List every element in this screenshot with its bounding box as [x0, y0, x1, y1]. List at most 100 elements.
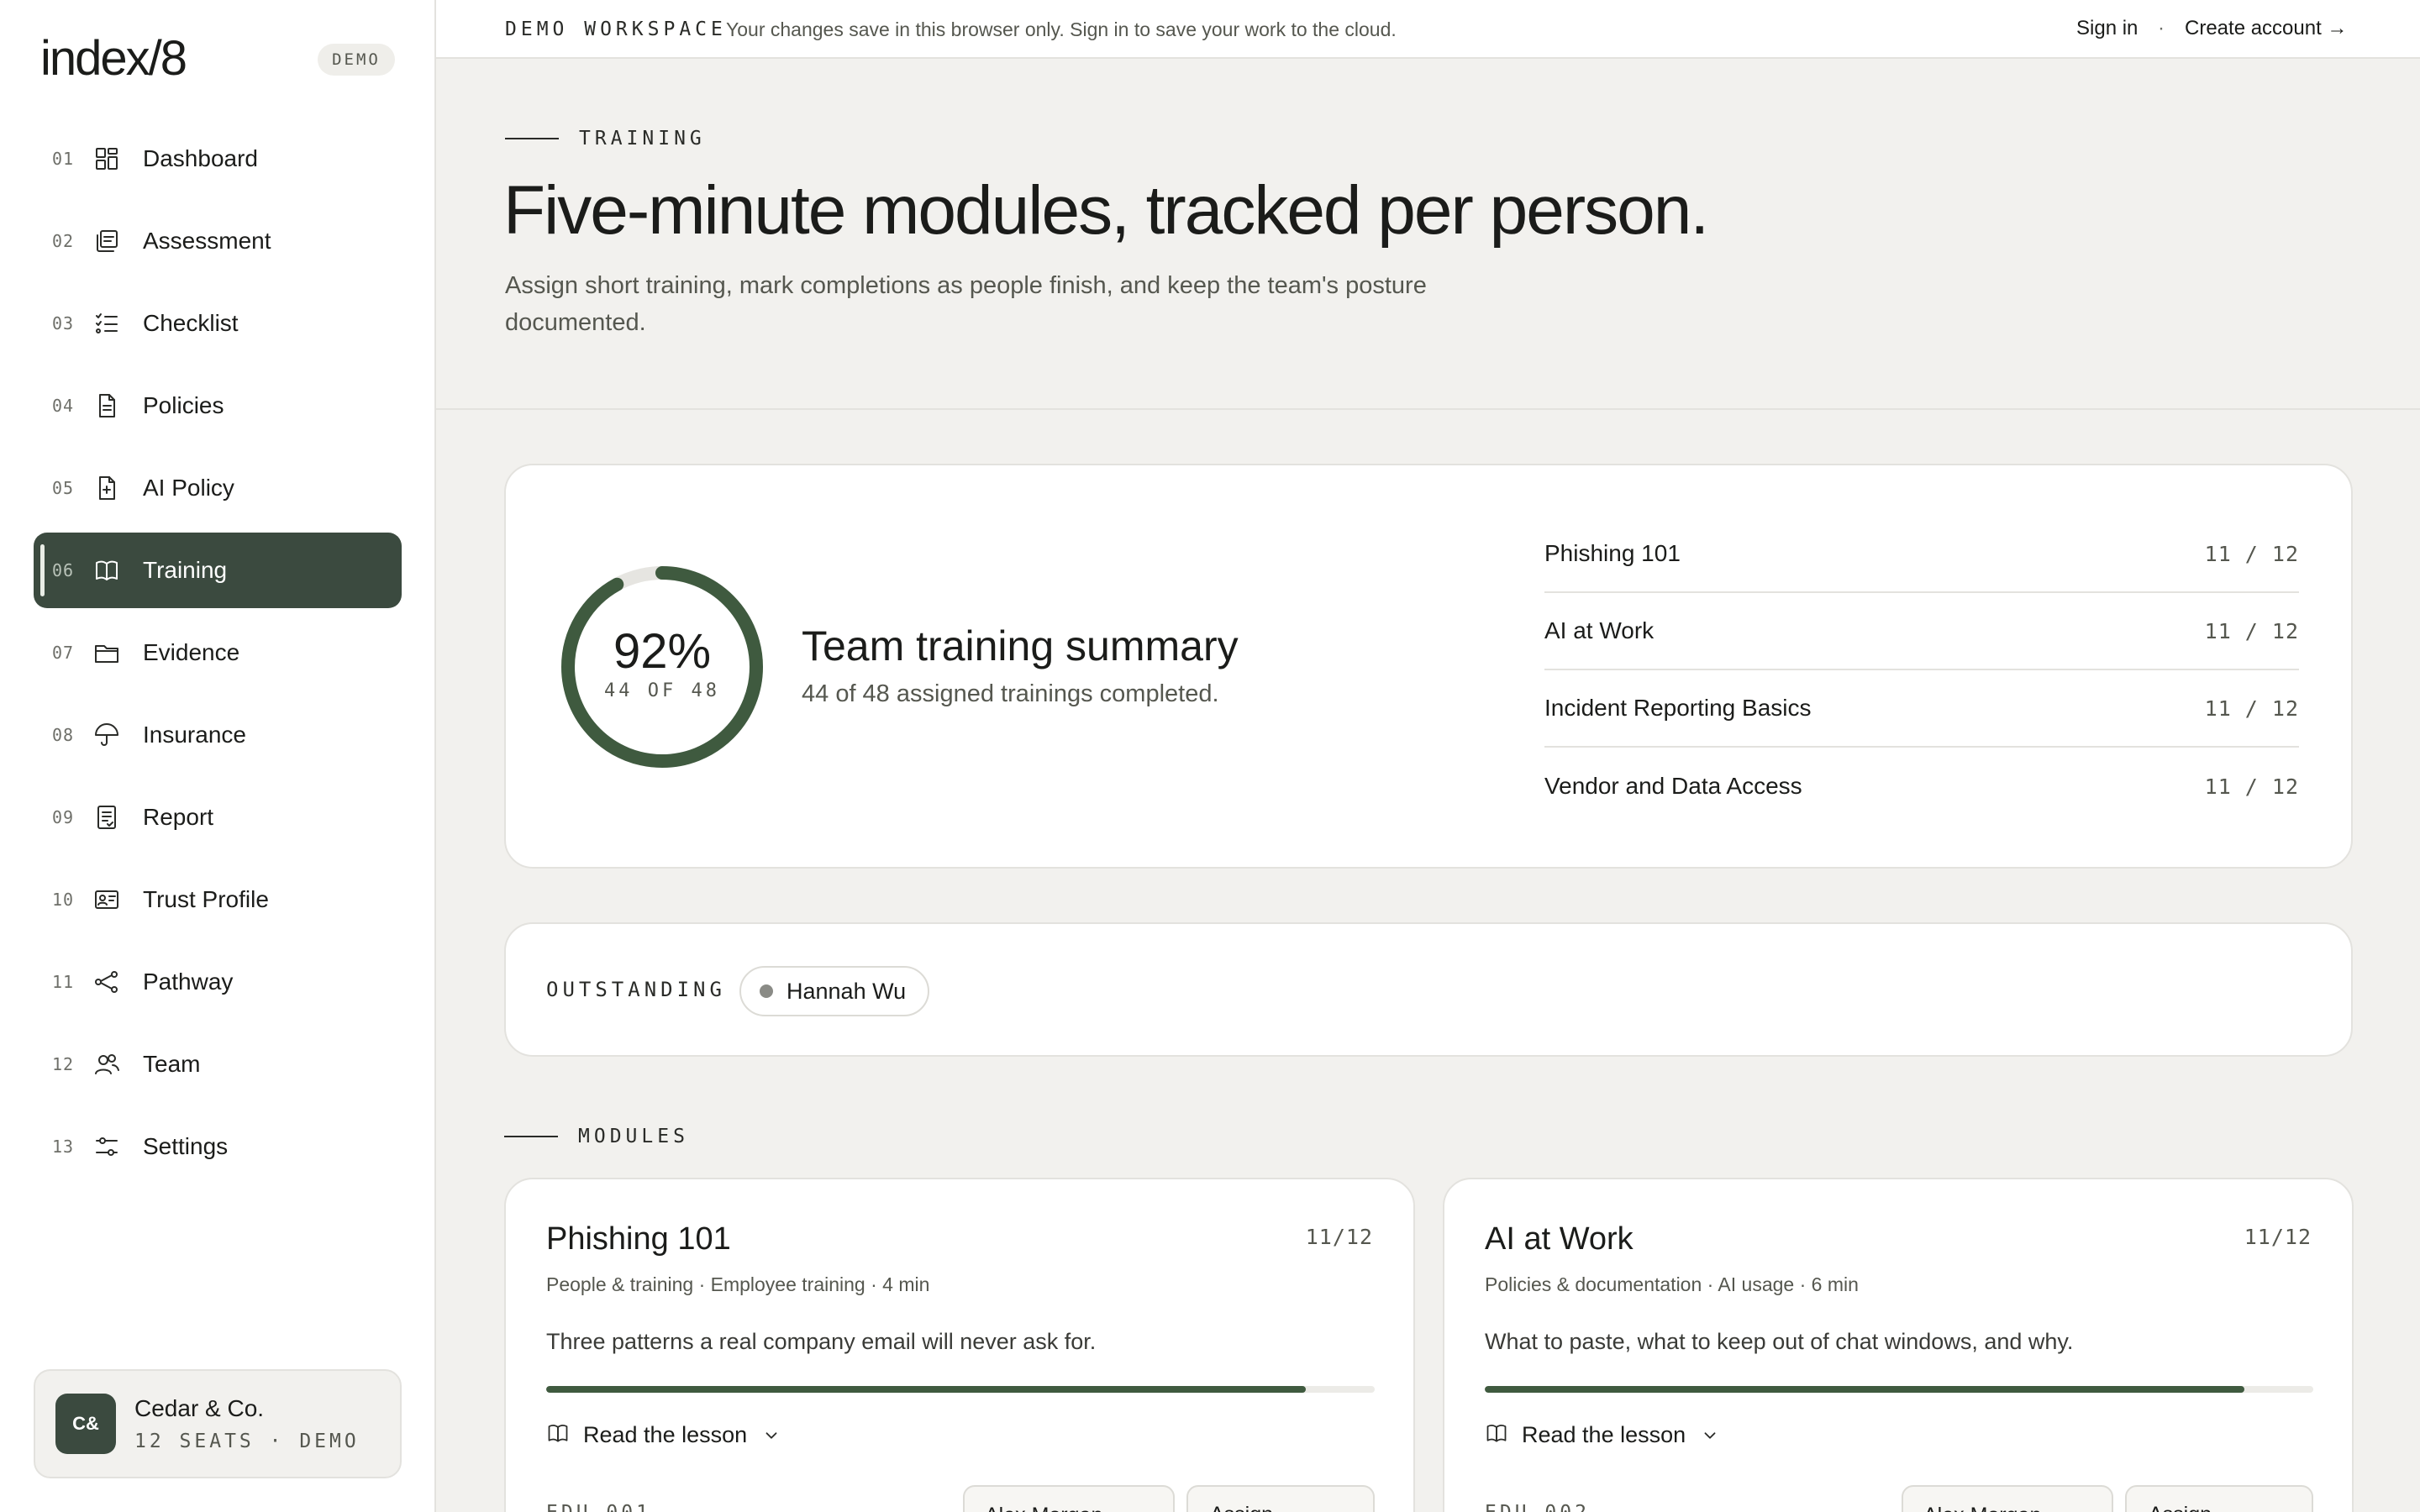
nav-item-label: Evidence [143, 639, 240, 665]
module-name: AI at Work [1544, 617, 1655, 643]
save-notice: Your changes save in this browser only. … [726, 18, 1397, 40]
sliders-icon [92, 1132, 121, 1161]
read-lesson-toggle[interactable]: Read the lesson [546, 1421, 781, 1449]
assign-label: Assign [1210, 1503, 1273, 1512]
assign-button[interactable]: Assign [1186, 1485, 1375, 1512]
sidebar-item-team[interactable]: 12 Team [34, 1026, 402, 1102]
module-title: AI at Work [1485, 1221, 1634, 1257]
nav-item-label: Insurance [143, 722, 246, 748]
module-title: Phishing 101 [546, 1221, 731, 1257]
eyebrow-rule [505, 138, 559, 139]
module-completion-row: Incident Reporting Basics 11 / 12 [1544, 670, 2299, 748]
status-dot [760, 984, 773, 998]
org-switcher[interactable]: C& Cedar & Co. 12 SEATS · DEMO [34, 1369, 402, 1478]
nav-item-number: 13 [52, 1137, 75, 1157]
nav-item-number: 04 [52, 396, 75, 416]
nav-item-label: Team [143, 1051, 201, 1077]
sidebar-item-trust-profile[interactable]: 10 Trust Profile [34, 862, 402, 937]
module-card: Phishing 101 11/12 People & training · Emp… [504, 1178, 1415, 1512]
module-completion-row: Phishing 101 11 / 12 [1544, 516, 2299, 593]
sidebar-nav: 01 Dashboard 02 Assessment 03 Checklist 04 Poli… [34, 121, 402, 1191]
document-icon [92, 391, 121, 420]
sidebar-item-ai-policy[interactable]: 05 AI Policy [34, 450, 402, 526]
nav-item-number: 08 [52, 725, 75, 745]
sign-in-link[interactable]: Sign in [2076, 17, 2138, 40]
module-name: Incident Reporting Basics [1544, 695, 1812, 721]
sidebar-item-report[interactable]: 09 Report [34, 780, 402, 855]
module-name: Vendor and Data Access [1544, 773, 1802, 799]
eyebrow-label: MODULES [578, 1126, 689, 1147]
sidebar-item-training[interactable]: 06 Training [34, 533, 402, 608]
share-nodes-icon [92, 968, 121, 996]
module-progress-bar [546, 1386, 1375, 1393]
id-card-icon [92, 885, 121, 914]
module-count: 11 / 12 [2204, 618, 2299, 643]
module-name: Phishing 101 [1544, 540, 1681, 566]
assign-button[interactable]: Assign [2125, 1485, 2313, 1512]
sidebar-item-pathway[interactable]: 11 Pathway [34, 944, 402, 1020]
outstanding-card: OUTSTANDING Hannah Wu [504, 922, 2353, 1057]
sidebar-item-policies[interactable]: 04 Policies [34, 368, 402, 444]
chevron-down-icon [1704, 1431, 1716, 1439]
demo-badge: DEMO [318, 44, 395, 76]
module-completion-list: Phishing 101 11 / 12 AI at Work 11 / 12 Inci… [1544, 516, 2299, 825]
grid-icon [92, 144, 121, 173]
nav-item-label: Settings [143, 1133, 229, 1159]
book-icon [1485, 1421, 1508, 1449]
module-count: 11 / 12 [2204, 541, 2299, 566]
read-lesson-toggle[interactable]: Read the lesson [1485, 1421, 1719, 1449]
module-count: 11 / 12 [2204, 696, 2299, 721]
page-subtitle: Assign short training, mark completions … [505, 272, 1427, 336]
org-name: Cedar & Co. [134, 1395, 265, 1421]
assignee-select[interactable]: Alex Morgan [963, 1485, 1175, 1512]
sidebar-item-evidence[interactable]: 07 Evidence [34, 615, 402, 690]
nav-item-number: 02 [52, 231, 75, 251]
read-lesson-label: Read the lesson [1522, 1422, 1686, 1447]
module-count: 11 / 12 [2204, 774, 2299, 799]
outstanding-label: OUTSTANDING [546, 978, 726, 1001]
create-account-link[interactable]: Create account → [2185, 17, 2347, 40]
completion-percent: 92% [613, 624, 712, 679]
assignee-select[interactable]: Alex Morgan [1902, 1485, 2113, 1512]
nav-item-label: AI Policy [143, 475, 234, 501]
nav-item-number: 01 [52, 149, 75, 169]
sidebar-item-settings[interactable]: 13 Settings [34, 1109, 402, 1184]
checklist-icon [92, 309, 121, 338]
outstanding-person-chip[interactable]: Hannah Wu [739, 966, 930, 1016]
module-code: EDU-002 [1485, 1502, 1590, 1512]
org-seats: 12 SEATS · DEMO [134, 1431, 360, 1452]
nav-item-label: Dashboard [143, 145, 258, 171]
module-meta: People & training · Employee training · … [546, 1273, 930, 1295]
module-progress-fill [546, 1386, 1306, 1393]
book-icon [92, 556, 121, 585]
completion-count: 44 OF 48 [604, 680, 720, 701]
nav-item-number: 07 [52, 643, 75, 663]
module-progress-fill [1485, 1386, 2244, 1393]
sidebar-item-checklist[interactable]: 03 Checklist [34, 286, 402, 361]
module-progress-bar [1485, 1386, 2313, 1393]
nav-item-label: Assessment [143, 228, 271, 254]
modules-eyebrow: MODULES [504, 1126, 689, 1147]
module-completion-count: 11/12 [1305, 1225, 1373, 1249]
summary-description: 44 of 48 assigned trainings completed. [802, 680, 1219, 707]
summary-title: Team training summary [802, 622, 1239, 669]
report-icon [92, 803, 121, 832]
sidebar-item-insurance[interactable]: 08 Insurance [34, 697, 402, 773]
module-description: What to paste, what to keep out of chat … [1485, 1329, 2074, 1354]
nav-item-number: 09 [52, 807, 75, 827]
sidebar-item-dashboard[interactable]: 01 Dashboard [34, 121, 402, 197]
app-logo[interactable]: index/8 [40, 30, 187, 87]
nav-item-label: Policies [143, 392, 224, 418]
nav-item-number: 11 [52, 972, 75, 992]
folder-icon [92, 638, 121, 667]
module-completion-row: AI at Work 11 / 12 [1544, 593, 2299, 670]
workspace-label: DEMO WORKSPACE [505, 18, 727, 40]
sidebar-item-assessment[interactable]: 02 Assessment [34, 203, 402, 279]
topbar-separator: · [2158, 17, 2165, 39]
eyebrow-rule [504, 1136, 558, 1137]
module-completion-row: Vendor and Data Access 11 / 12 [1544, 748, 2299, 825]
users-icon [92, 1050, 121, 1079]
nav-item-label: Pathway [143, 969, 234, 995]
page-title: Five-minute modules, tracked per person. [503, 172, 1709, 249]
person-name: Hannah Wu [786, 978, 907, 1004]
